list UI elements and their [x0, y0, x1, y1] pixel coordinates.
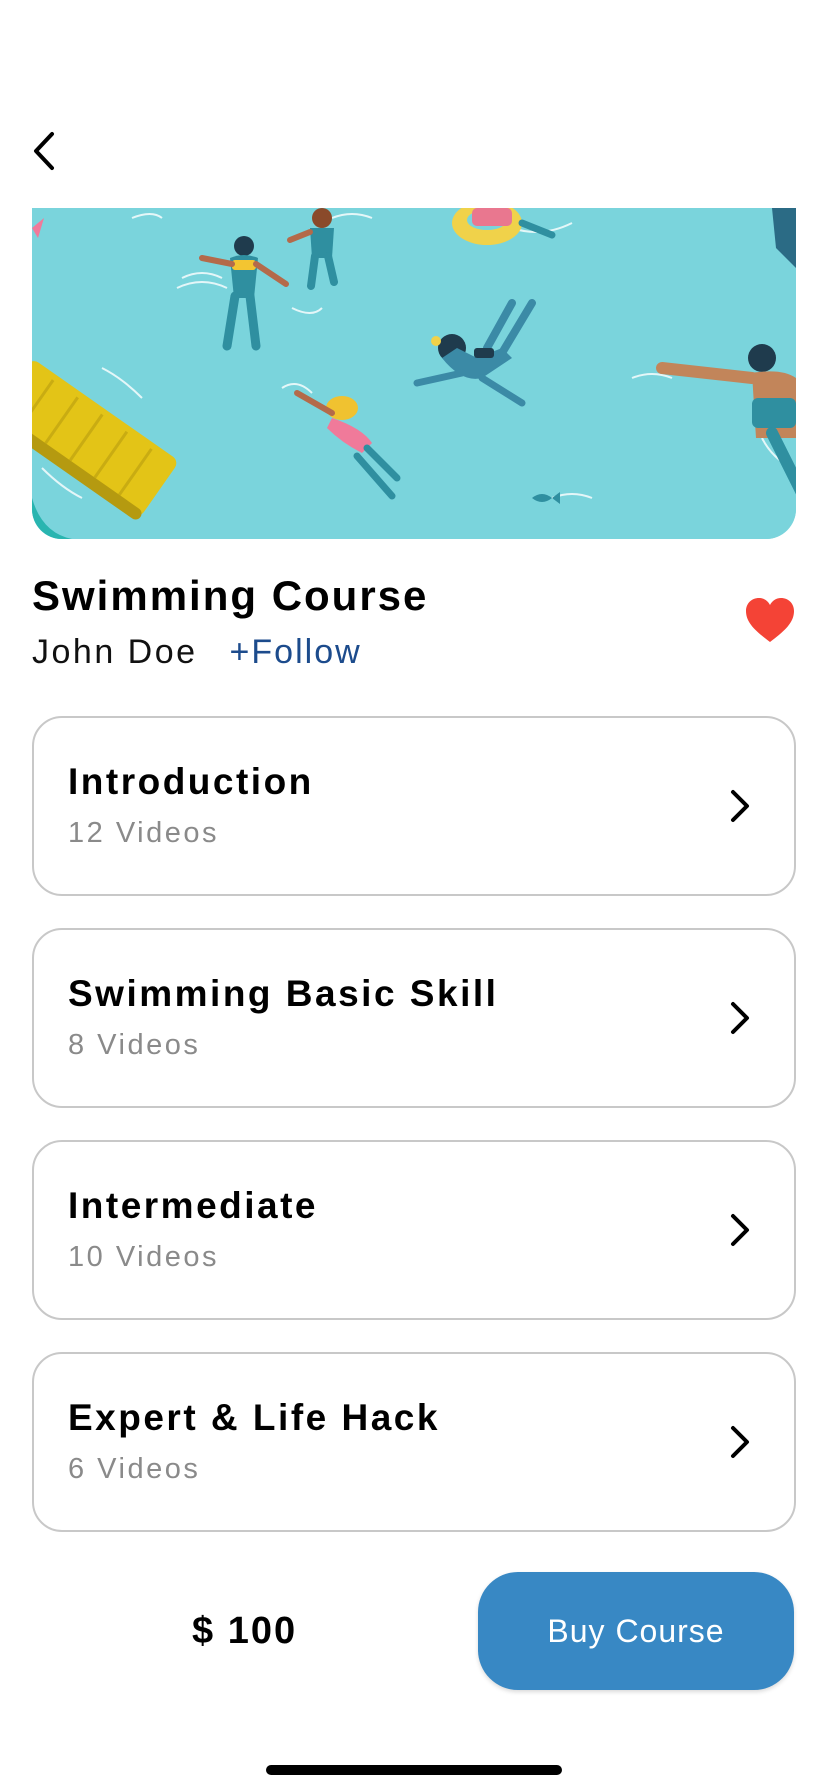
- module-card-expert[interactable]: Expert & Life Hack 6 Videos: [32, 1352, 796, 1532]
- chevron-right-icon: [720, 998, 760, 1038]
- course-price: $ 100: [192, 1610, 298, 1652]
- back-button[interactable]: [24, 124, 64, 178]
- module-title: Introduction: [68, 761, 314, 802]
- module-video-count: 12 Videos: [68, 817, 219, 849]
- module-card-intermediate[interactable]: Intermediate 10 Videos: [32, 1140, 796, 1320]
- home-indicator: [266, 1765, 562, 1775]
- chevron-left-icon: [34, 132, 54, 170]
- chevron-right-icon: [720, 1422, 760, 1462]
- purchase-bar: $ 100 Buy Course: [0, 1572, 828, 1692]
- course-title: Swimming Course: [32, 572, 429, 619]
- module-card-basic-skill[interactable]: Swimming Basic Skill 8 Videos: [32, 928, 796, 1108]
- module-title: Intermediate: [68, 1185, 319, 1226]
- module-title: Swimming Basic Skill: [68, 973, 499, 1014]
- swimming-pool-illustration: [32, 208, 796, 539]
- module-title: Expert & Life Hack: [68, 1397, 440, 1438]
- author-name: John Doe: [32, 633, 198, 671]
- module-video-count: 10 Videos: [68, 1241, 219, 1273]
- course-info: Swimming Course John Doe +Follow: [32, 570, 428, 674]
- module-video-count: 8 Videos: [68, 1029, 201, 1061]
- module-list: Introduction 12 Videos Swimming Basic Sk…: [32, 716, 796, 1564]
- follow-button[interactable]: +Follow: [230, 630, 362, 674]
- chevron-right-icon: [720, 1210, 760, 1250]
- author-row: John Doe +Follow: [32, 630, 428, 674]
- module-card-introduction[interactable]: Introduction 12 Videos: [32, 716, 796, 896]
- chevron-right-icon: [720, 786, 760, 826]
- course-hero-image: [32, 208, 796, 539]
- favorite-button[interactable]: [744, 596, 796, 644]
- heart-icon: [746, 598, 794, 642]
- module-video-count: 6 Videos: [68, 1453, 201, 1485]
- buy-course-button[interactable]: Buy Course: [478, 1572, 794, 1690]
